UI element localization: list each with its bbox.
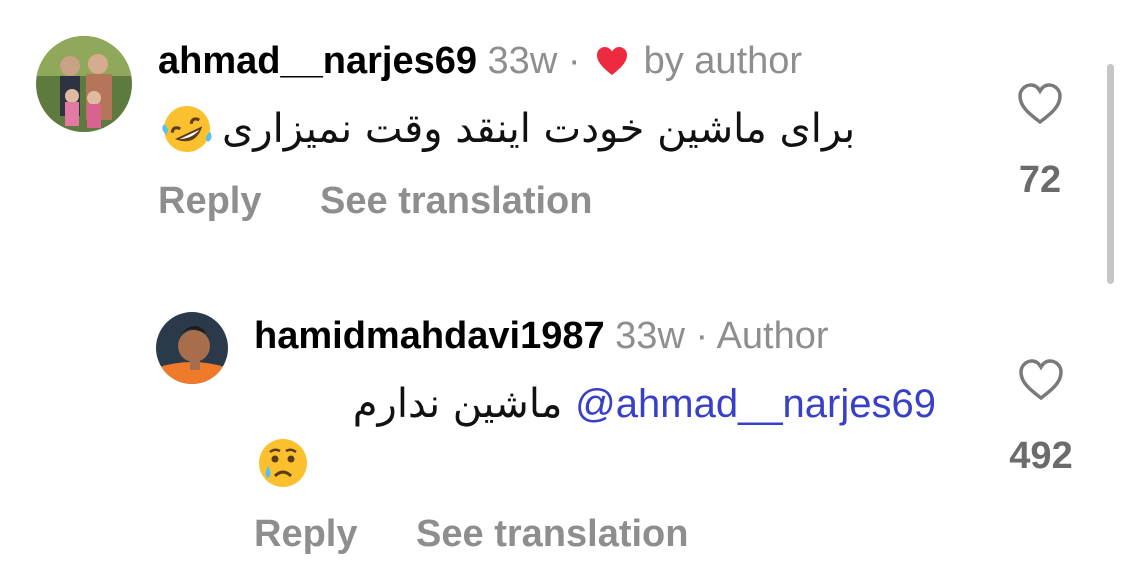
like-column: 72 [1000, 82, 1080, 202]
comment-actions: Reply See translation [158, 180, 640, 223]
avatar[interactable] [156, 312, 228, 384]
scrollbar[interactable] [1107, 64, 1114, 284]
author-badge: Author [716, 315, 829, 357]
rolling-on-floor-laughing-emoji [160, 102, 214, 156]
username[interactable]: ahmad__narjes69 [158, 40, 477, 82]
username[interactable]: hamidmahdavi1987 [254, 315, 605, 357]
see-translation-button[interactable]: See translation [320, 180, 592, 222]
comment-actions: Reply See translation [254, 513, 736, 556]
like-count: 72 [1018, 159, 1062, 201]
like-count: 492 [1009, 435, 1073, 477]
separator-dot: · [695, 315, 709, 357]
heart-outline-icon[interactable] [1000, 82, 1080, 131]
reply-button[interactable]: Reply [254, 513, 357, 555]
see-translation-button[interactable]: See translation [416, 513, 688, 555]
timestamp: 33w [487, 40, 558, 82]
avatar[interactable] [36, 36, 132, 132]
comments-screen: ahmad__narjes69 33w · by author برای ماش… [0, 0, 1125, 586]
crying-face-emoji [256, 436, 310, 490]
mention-link[interactable]: @ahmad__narjes69 [575, 382, 936, 426]
family-photo-avatar-icon [36, 36, 132, 132]
man-portrait-avatar-icon [156, 312, 228, 384]
heart-outline-icon[interactable] [996, 358, 1086, 407]
comment-text-value: برای ماشین خودت اینقد وقت نمیزاری [222, 106, 856, 152]
comment-meta: ahmad__narjes69 33w · by author [158, 38, 802, 84]
red-heart-icon [595, 42, 629, 75]
reply-button[interactable]: Reply [158, 180, 261, 222]
comment-text-value: ماشین ندارم [352, 381, 563, 427]
timestamp: 33w [615, 315, 685, 357]
like-column: 492 [996, 358, 1086, 478]
liked-by-author-label: by author [643, 40, 803, 82]
comment-meta: hamidmahdavi1987 33w · Author [254, 313, 829, 359]
comment-text: ماشین ندارم @ahmad__narjes69 [256, 378, 936, 430]
separator-dot: · [567, 40, 581, 82]
comment-text: برای ماشین خودت اینقد وقت نمیزاری [160, 102, 930, 156]
comment-emoji-line [256, 436, 310, 490]
